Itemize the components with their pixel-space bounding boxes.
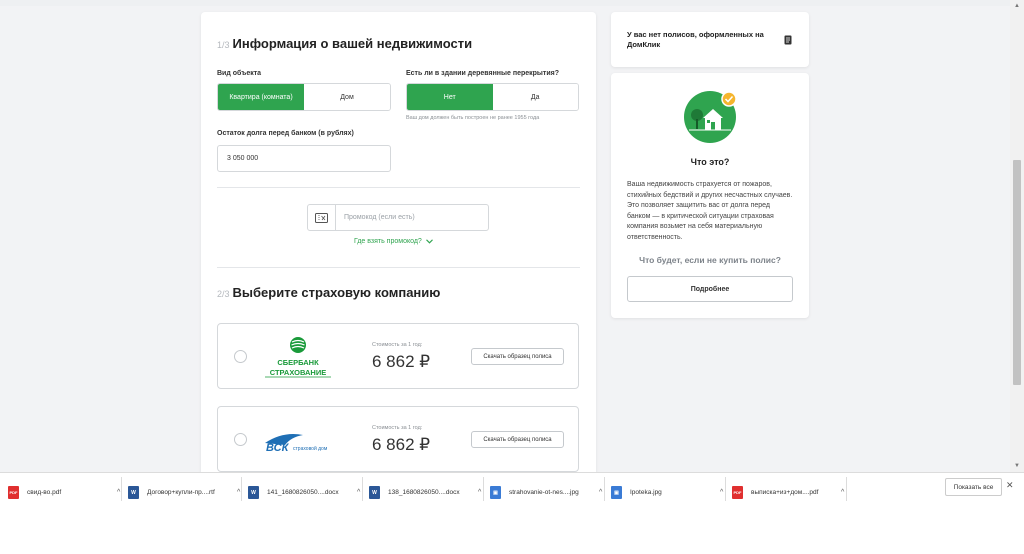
chevron-up-icon[interactable]: ^ <box>841 489 844 496</box>
sber-logo-line1: СБЕРБАНК <box>277 358 319 367</box>
sberbank-insurance-logo: СБЕРБАНК СТРАХОВАНИЕ <box>263 334 333 380</box>
divider <box>604 477 605 501</box>
document-icon[interactable] <box>784 35 792 45</box>
download-file-name: 141_1680826050....docx <box>267 489 339 496</box>
download-file-name: Ipoteka.jpg <box>630 489 662 496</box>
more-details-button[interactable]: Подробнее <box>627 276 793 302</box>
insurance-form-card: 1/3 Информация о вашей недвижимости Вид о… <box>201 12 596 472</box>
pdf-file-icon: PDF <box>8 486 19 499</box>
download-item[interactable]: PDF выписка+из+дом....pdf ^ <box>732 479 844 506</box>
divider <box>217 267 580 268</box>
price-value: 6 862 ₽ <box>372 435 431 454</box>
download-policy-sample-button[interactable]: Скачать образец полиса <box>471 431 564 448</box>
vsk-logo-line1: ВСК <box>266 442 290 454</box>
coupon-icon <box>308 205 336 230</box>
scrollbar-thumb[interactable] <box>1013 160 1021 385</box>
divider <box>362 477 363 501</box>
wooden-floors-yes-button[interactable]: Да <box>492 84 578 110</box>
download-file-name: strahovanie-ot-nes....jpg <box>509 489 579 496</box>
promo-help-link[interactable]: Где взять промокод? <box>354 238 433 245</box>
word-file-icon: W <box>369 486 380 499</box>
image-file-icon: ▣ <box>490 486 501 499</box>
price-label: Стоимость за 1 год: <box>372 425 423 431</box>
sber-logo-line2: СТРАХОВАНИЕ <box>270 368 326 377</box>
page-viewport: 1/3 Информация о вашей недвижимости Вид о… <box>0 0 1024 472</box>
image-file-icon: ▣ <box>611 486 622 499</box>
download-item[interactable]: ▣ Ipoteka.jpg ^ <box>611 479 723 506</box>
download-policy-sample-button[interactable]: Скачать образец полиса <box>471 348 564 365</box>
chevron-up-icon[interactable]: ^ <box>237 489 240 496</box>
download-item[interactable]: W 141_1680826050....docx ^ <box>248 479 360 506</box>
insurer-title-text: Выберите страховую компанию <box>232 285 441 300</box>
top-band <box>0 0 1010 6</box>
object-type-toggle: Квартира (комната) Дом <box>217 83 391 111</box>
close-icon[interactable]: ✕ <box>1006 480 1014 491</box>
info-heading: Что это? <box>690 157 730 167</box>
debt-label: Остаток долга перед банком (в рублях) <box>217 130 354 137</box>
divider <box>725 477 726 501</box>
insurer-offer-card[interactable]: СБЕРБАНК СТРАХОВАНИЕ Стоимость за 1 год:… <box>217 323 579 389</box>
object-type-apartment-button[interactable]: Квартира (комната) <box>218 84 304 110</box>
download-item[interactable]: ▣ strahovanie-ot-nes....jpg ^ <box>490 479 602 506</box>
download-file-name: свид-во.pdf <box>27 489 62 496</box>
wooden-floors-label: Есть ли в здании деревянные перекрытия? <box>406 70 559 77</box>
step-number: 1/3 <box>217 40 230 50</box>
info-question: Что будет, если не купить полис? <box>639 255 781 265</box>
chevron-up-icon[interactable]: ^ <box>357 489 360 496</box>
chevron-up-icon[interactable]: ^ <box>478 489 481 496</box>
wooden-floors-toggle: Нет Да <box>406 83 579 111</box>
debt-amount-input[interactable]: 3 050 000 <box>217 145 391 172</box>
download-file-name: выписка+из+дом....pdf <box>751 489 819 496</box>
wooden-floors-no-button[interactable]: Нет <box>407 84 493 110</box>
divider <box>846 477 847 501</box>
what-is-it-card: Что это? Ваша недвижимость страхуется от… <box>611 73 809 318</box>
divider <box>121 477 122 501</box>
scroll-down-arrow-icon[interactable]: ▼ <box>1010 460 1024 472</box>
page-scrollbar[interactable]: ▲ ▼ <box>1010 0 1024 472</box>
insurer-section-title: 2/3 Выберите страховую компанию <box>217 285 440 300</box>
policies-notice-text: У вас нет полисов, оформленных на ДомКли… <box>627 30 764 49</box>
download-file-name: 138_1680826050....docx <box>388 489 460 496</box>
property-section-title: 1/3 Информация о вашей недвижимости <box>217 36 472 51</box>
object-type-house-button[interactable]: Дом <box>304 84 390 110</box>
show-all-downloads-button[interactable]: Показать все <box>945 478 1002 496</box>
property-title-text: Информация о вашей недвижимости <box>232 36 473 51</box>
insurer-offer-card[interactable]: ВСК страховой дом Стоимость за 1 год: 6 … <box>217 406 579 472</box>
word-file-icon: W <box>128 486 139 499</box>
download-item[interactable]: PDF свид-во.pdf ^ <box>8 479 120 506</box>
info-text: Ваша недвижимость страхуется от пожаров,… <box>627 181 793 241</box>
wooden-floors-hint: Ваш дом должен быть построен не ранее 19… <box>406 115 540 121</box>
price-label: Стоимость за 1 год: <box>372 342 423 348</box>
divider <box>217 187 580 188</box>
insurer-radio[interactable] <box>234 433 247 446</box>
chevron-up-icon[interactable]: ^ <box>599 489 602 496</box>
pdf-file-icon: PDF <box>732 486 743 499</box>
promo-code-field[interactable]: Промокод (если есть) <box>307 204 489 231</box>
house-protection-illustration <box>684 91 737 143</box>
promo-help-text: Где взять промокод? <box>354 238 422 245</box>
download-item[interactable]: W 138_1680826050....docx ^ <box>369 479 481 506</box>
insurer-radio[interactable] <box>234 350 247 363</box>
price-value: 6 862 ₽ <box>372 352 431 371</box>
download-item[interactable]: W Договор+купли-пр....rtf ^ <box>128 479 240 506</box>
policies-notice-card: У вас нет полисов, оформленных на ДомКли… <box>611 12 809 67</box>
downloads-bar: PDF свид-во.pdf ^ W Договор+купли-пр....… <box>0 472 1024 554</box>
word-file-icon: W <box>248 486 259 499</box>
object-type-label: Вид объекта <box>217 70 262 77</box>
chevron-up-icon[interactable]: ^ <box>117 489 120 496</box>
divider <box>241 477 242 501</box>
chevron-down-icon <box>425 239 433 244</box>
vsk-logo: ВСК страховой дом <box>263 417 333 463</box>
download-file-name: Договор+купли-пр....rtf <box>147 489 215 496</box>
divider <box>483 477 484 501</box>
promo-code-input[interactable]: Промокод (если есть) <box>336 205 488 230</box>
scroll-up-arrow-icon[interactable]: ▲ <box>1010 0 1024 12</box>
step-number: 2/3 <box>217 289 230 299</box>
chevron-up-icon[interactable]: ^ <box>720 489 723 496</box>
vsk-logo-line2: страховой дом <box>293 445 328 452</box>
